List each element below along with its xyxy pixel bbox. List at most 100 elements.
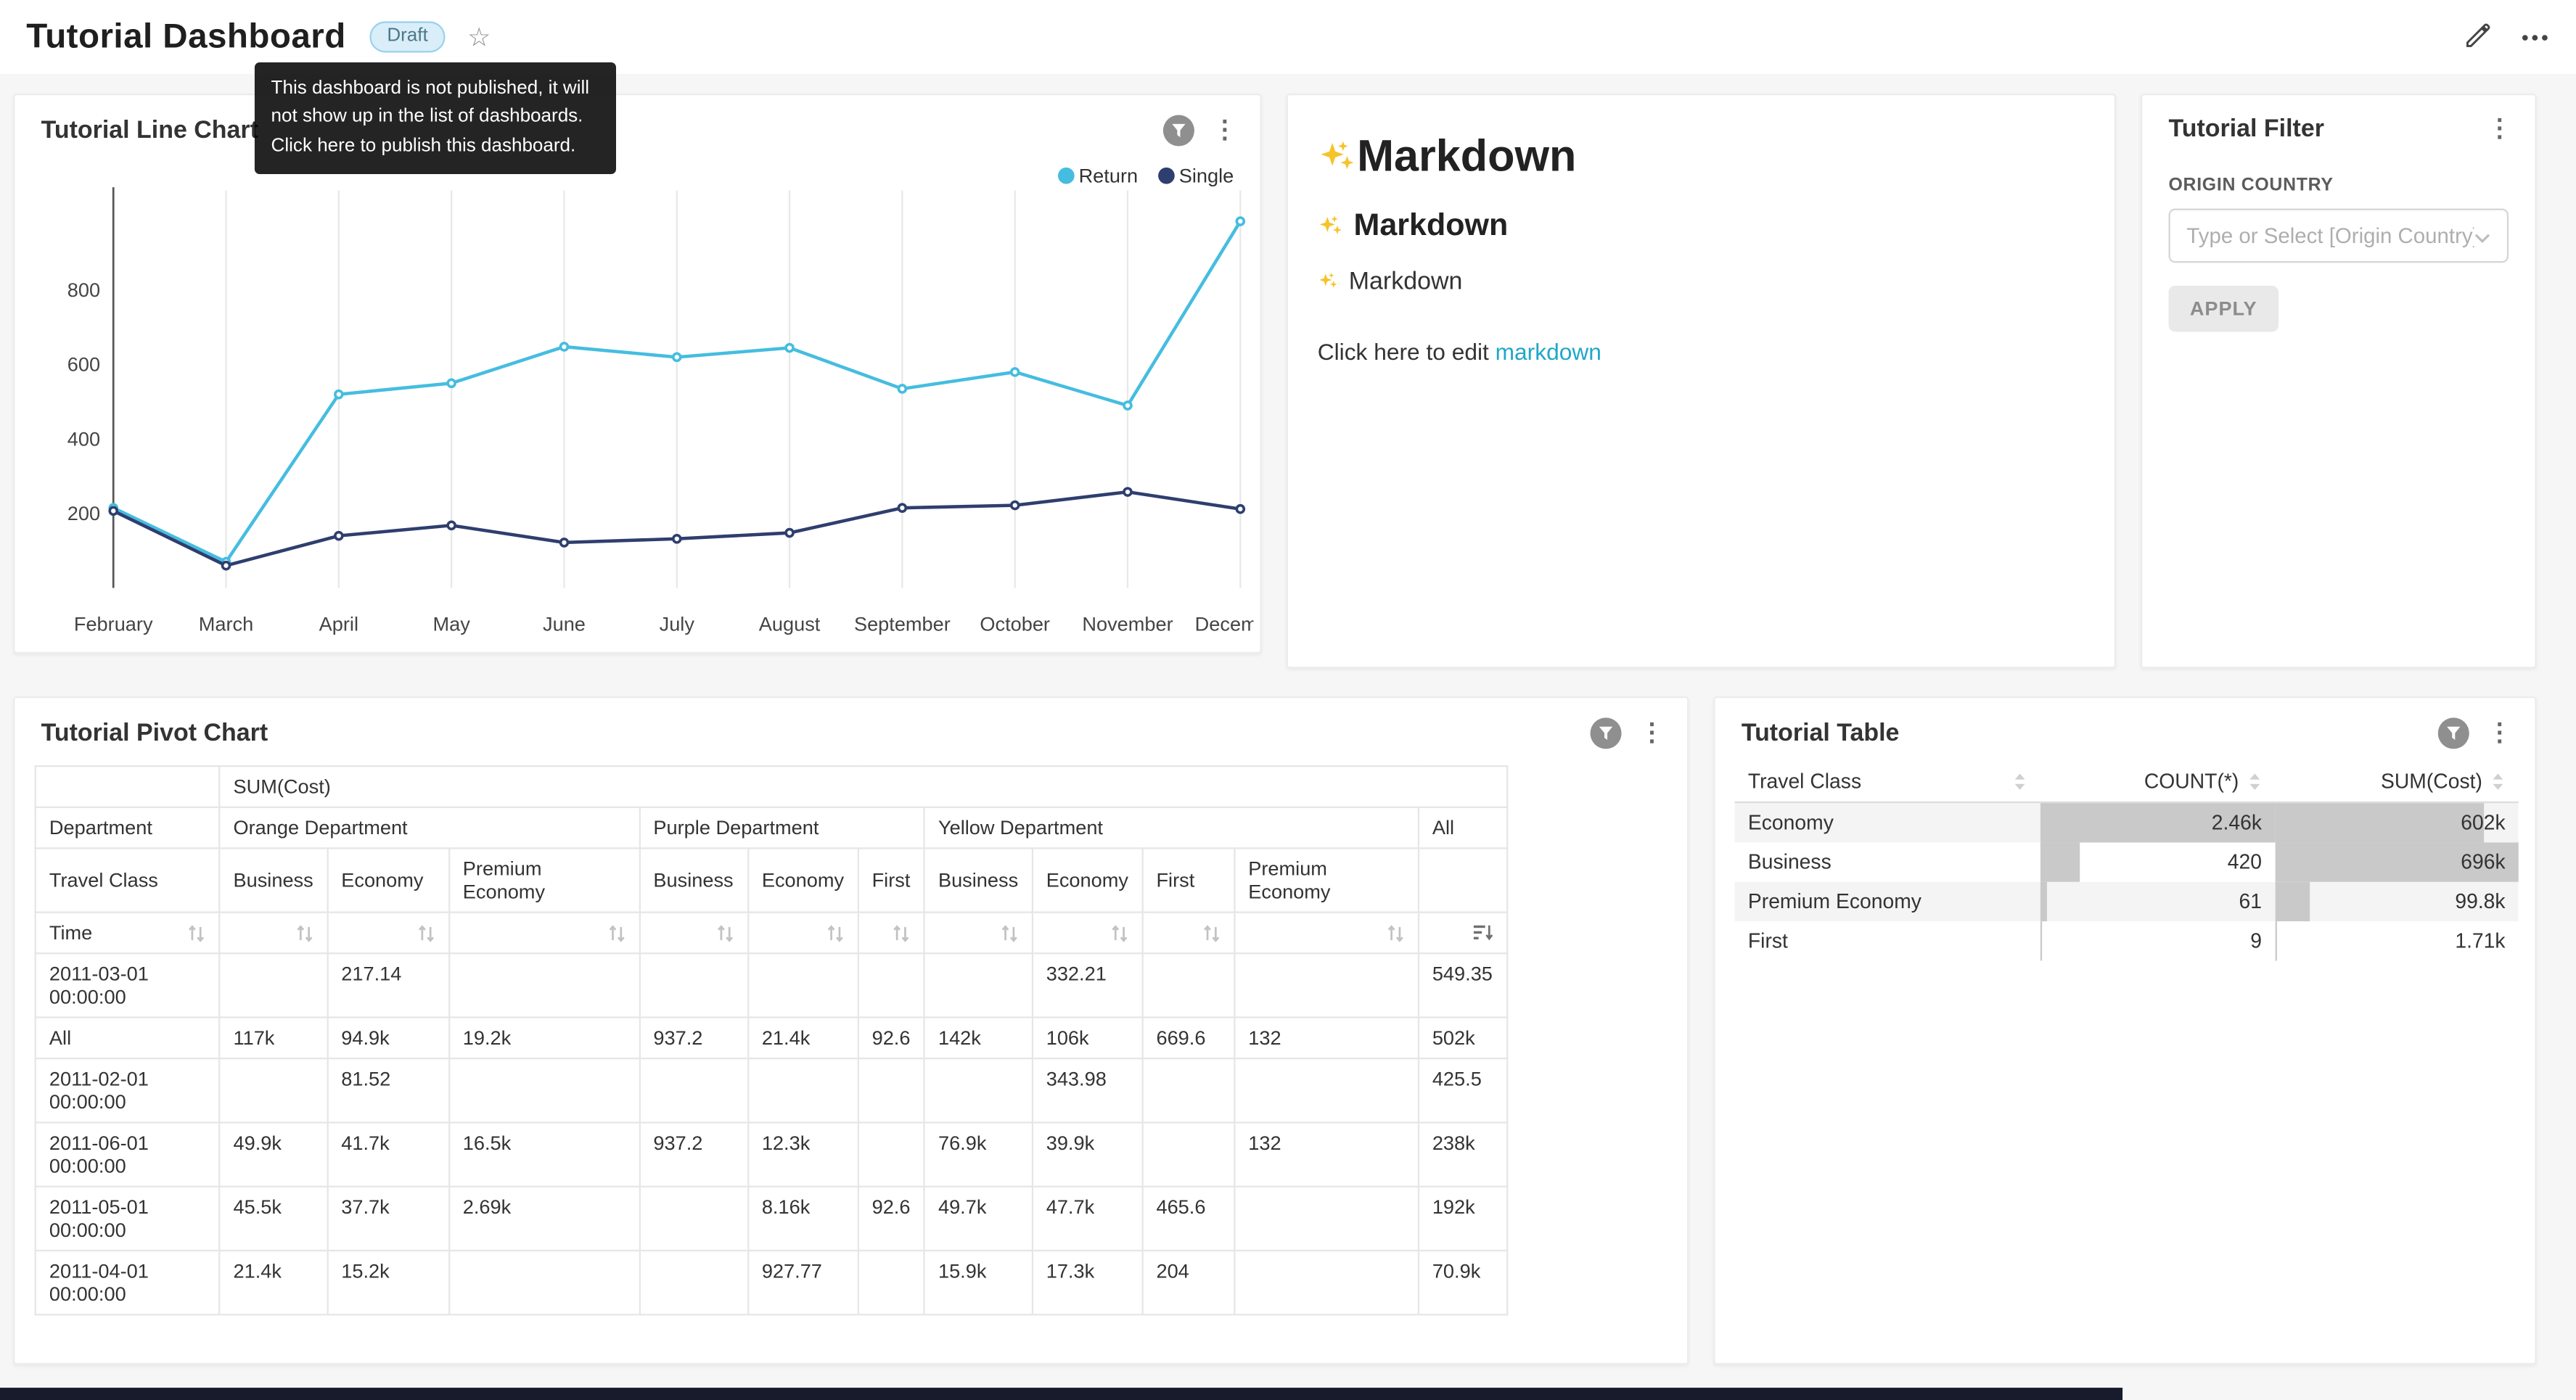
pivot-sort-cell[interactable] [1234,913,1419,954]
pivot-cell [858,1058,924,1122]
pivot-dept-header: All [1419,807,1507,849]
pivot-cell: 49.9k [219,1122,327,1186]
pivot-cell [219,1058,327,1122]
sparkles-icon [1318,213,1344,239]
sort-icon[interactable] [1000,924,1018,942]
pivot-cell: 669.6 [1142,1018,1234,1059]
pivot-cell: 132 [1234,1122,1419,1186]
column-header-count[interactable]: COUNT(*) [2040,762,2275,802]
pivot-sort-cell[interactable] [639,913,747,954]
pivot-row-label: 2011-06-01 00:00:00 [36,1122,220,1186]
svg-text:September: September [854,612,951,635]
pivot-dept-row: DepartmentOrange DepartmentPurple Depart… [36,807,1506,849]
sort-icon[interactable] [1386,924,1404,942]
kebab-menu-icon[interactable]: ⋮ [1213,118,1237,143]
filter-body: ORIGIN COUNTRY Type or Select [Origin Co… [2142,176,2535,332]
pivot-class-header: Business [924,848,1033,912]
markdown-heading-medium: Markdown [1318,209,2085,245]
pivot-sort-cell[interactable] [449,913,640,954]
column-header-travel-class[interactable]: Travel Class [1735,762,2041,802]
draft-badge[interactable]: Draft [369,22,446,52]
pivot-sort-cell[interactable] [1142,913,1234,954]
pivot-cell: 238k [1419,1122,1507,1186]
filter-indicator-icon[interactable] [2438,717,2469,749]
pivot-cell: 21.4k [748,1018,858,1059]
sort-icon[interactable] [826,924,844,942]
kebab-menu-icon[interactable]: ⋮ [2487,117,2512,141]
apply-button[interactable]: APPLY [2168,286,2278,332]
pivot-row-label: All [36,1018,220,1059]
table-cell-sum-cost: 602k [2275,802,2519,842]
sort-icon[interactable] [715,924,734,942]
filter-indicator-icon[interactable] [1163,115,1194,146]
sort-icon[interactable] [295,924,313,942]
value-bar [2040,882,2046,921]
column-header-sum-cost[interactable]: SUM(Cost) [2275,762,2519,802]
edit-dashboard-icon[interactable] [2463,23,2490,51]
sort-icon[interactable] [417,924,435,942]
sort-icon[interactable] [2013,772,2027,791]
pivot-class-header: Economy [1032,848,1142,912]
table-cell-travel-class: First [1735,921,2041,960]
table-cell-travel-class: Economy [1735,802,2041,842]
svg-text:April: April [319,612,358,635]
pivot-cell [449,953,640,1017]
pivot-cell: 81.52 [327,1058,449,1122]
pivot-cell: 16.5k [449,1122,640,1186]
pivot-time-label: Time [49,921,92,944]
pivot-cell: 937.2 [639,1122,747,1186]
pivot-col-dim-label: Travel Class [36,848,220,912]
origin-country-select[interactable]: Type or Select [Origin Country] [2168,209,2509,263]
pivot-sort-cell[interactable] [1032,913,1142,954]
pivot-cell: 343.98 [1032,1058,1142,1122]
filter-field-label: ORIGIN COUNTRY [2168,176,2509,195]
sort-icon[interactable] [2490,772,2505,791]
filter-indicator-icon[interactable] [1591,717,1622,749]
filter-card: Tutorial Filter ⋮ ORIGIN COUNTRY Type or… [2141,94,2537,668]
pivot-time-header[interactable]: Time [36,913,220,954]
pivot-cell: 70.9k [1419,1251,1507,1314]
pivot-cell [1234,953,1419,1017]
sort-icon[interactable] [1202,924,1221,942]
kebab-menu-icon[interactable]: ⋮ [2487,721,2512,746]
markdown-heading-large: Markdown [1318,131,2085,182]
pivot-cell: 117k [219,1018,327,1059]
favorite-star-icon[interactable]: ☆ [467,20,491,53]
pivot-row-label: 2011-04-01 00:00:00 [36,1251,220,1314]
kebab-menu-icon[interactable]: ⋮ [1639,721,1664,746]
pivot-data-row: 2011-03-01 00:00:00217.14332.21549.35 [36,953,1506,1017]
pivot-row-dim-label: Department [36,807,220,849]
sort-icon[interactable] [893,924,911,942]
pivot-sort-cell[interactable] [1419,913,1507,954]
table-row: Economy2.46k602k [1735,802,2519,842]
pivot-sort-cell[interactable] [924,913,1033,954]
table-cell-sum-cost: 99.8k [2275,882,2519,921]
table-header-row: Travel ClassCOUNT(*)SUM(Cost) [1735,762,2519,802]
pivot-cell [639,1251,747,1314]
pivot-metric-row: SUM(Cost) [36,766,1506,807]
sort-icon[interactable] [2247,772,2262,791]
pivot-cell: 132 [1234,1018,1419,1059]
pivot-cell: 332.21 [1032,953,1142,1017]
pivot-sort-cell[interactable] [748,913,858,954]
value-bar [2275,921,2276,960]
markdown-edit-link[interactable]: markdown [1496,338,1601,364]
pivot-sort-cell[interactable] [858,913,924,954]
sort-icon[interactable] [187,924,205,942]
pivot-class-header: Business [219,848,327,912]
value-bar [2040,921,2042,960]
svg-text:December: December [1195,612,1254,635]
table-card: Tutorial Table ⋮ Travel ClassCOUNT(*)SUM… [1713,696,2536,1364]
more-options-icon[interactable] [2520,32,2550,42]
pivot-sort-cell[interactable] [219,913,327,954]
sort-icon[interactable] [607,924,625,942]
card-header: Tutorial Pivot Chart ⋮ [15,698,1687,762]
sort-desc-icon[interactable] [1473,924,1493,942]
card-title: Tutorial Pivot Chart [41,720,268,747]
pivot-sort-cell[interactable] [327,913,449,954]
table-row: Business420696k [1735,842,2519,881]
dashboard-page: Tutorial Dashboard Draft ☆ This dashboar… [0,0,2576,1400]
publish-tooltip: This dashboard is not published, it will… [255,62,616,173]
line-chart-card: Tutorial Line Chart ⋮ ReturnSingle 20040… [13,94,1262,654]
sort-icon[interactable] [1110,924,1128,942]
